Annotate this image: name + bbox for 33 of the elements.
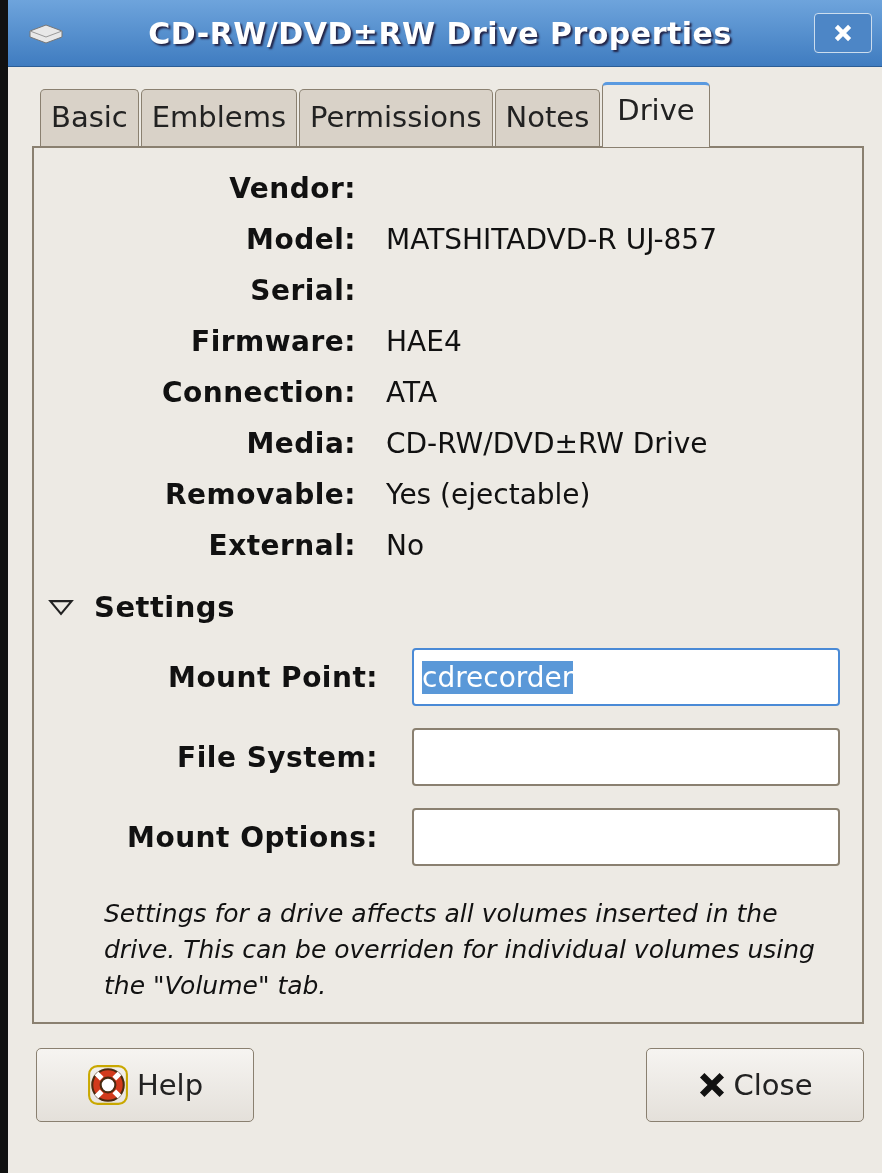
tab[interactable]: Permissions [299, 89, 493, 146]
close-icon[interactable] [814, 13, 872, 53]
window-title: CD-RW/DVD±RW Drive Properties [147, 15, 733, 51]
input-field[interactable] [412, 808, 840, 866]
settings-note: Settings for a drive affects all volumes inserted in the drive. This can be overriden for individual volumes using the "Volume" tab. [104, 898, 816, 1002]
lifebuoy-icon [86, 1064, 129, 1106]
field-label: File System: [176, 740, 378, 774]
tab[interactable]: Notes [494, 89, 601, 146]
property-value: MATSHITADVD-R UJ-857 [386, 222, 718, 258]
property-value: Yes (ejectable) [386, 477, 592, 513]
help-button[interactable]: Help [36, 1048, 254, 1122]
property-label: Removable: [164, 477, 356, 513]
property-label: External: [207, 528, 356, 564]
input-field[interactable] [412, 728, 840, 786]
tab[interactable]: Basic [40, 89, 139, 146]
close-icon [697, 1071, 726, 1099]
tab[interactable]: Emblems [140, 89, 298, 146]
property-label: Media: [245, 426, 356, 462]
property-label: Model: [245, 222, 356, 258]
property-label: Firmware: [190, 324, 356, 360]
field-label: Mount Options: [126, 820, 378, 854]
close-button[interactable]: Close [646, 1048, 864, 1122]
tab[interactable]: Drive [602, 82, 710, 147]
property-value: ATA [386, 375, 439, 411]
property-label: Vendor: [228, 171, 356, 207]
settings-expander[interactable]: Settings [48, 590, 235, 624]
property-value: No [386, 528, 426, 564]
property-label: Connection: [160, 375, 356, 411]
field-label: Mount Point: [167, 660, 378, 694]
property-value: CD-RW/DVD±RW Drive [386, 426, 709, 462]
property-label: Serial: [249, 273, 356, 309]
drive-icon [26, 21, 66, 45]
property-value: HAE4 [386, 324, 463, 360]
